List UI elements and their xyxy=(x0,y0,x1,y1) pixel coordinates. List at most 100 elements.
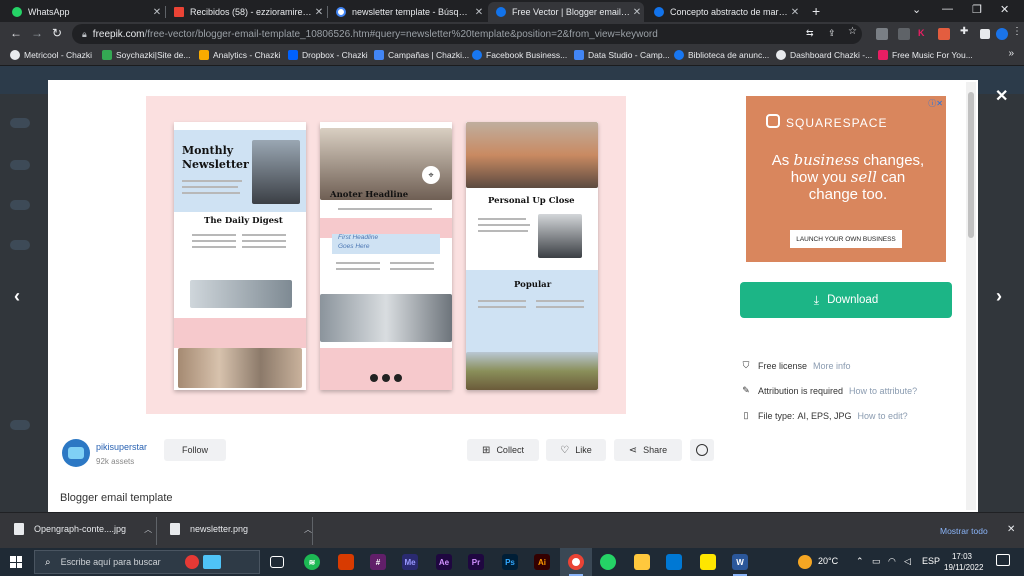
close-window-button[interactable]: ✕ xyxy=(1000,3,1009,16)
bookmark-facebook-business[interactable]: Facebook Business... xyxy=(472,50,567,60)
ad-text: how you xyxy=(790,169,851,186)
bookmark-star-icon[interactable]: ☆ xyxy=(848,26,860,38)
show-all-downloads-link[interactable]: Mostrar todo xyxy=(940,526,988,536)
sidepanel-icon[interactable] xyxy=(980,29,990,39)
close-downloads-icon[interactable]: ✕ xyxy=(1007,524,1015,535)
ad-info-icon[interactable]: ⓘ✕ xyxy=(928,98,943,109)
tab-whatsapp[interactable]: WhatsApp ✕ xyxy=(4,2,164,22)
reload-icon[interactable]: ↻ xyxy=(52,26,62,40)
bookmarks-overflow-icon[interactable]: » xyxy=(1008,48,1014,59)
task-view-icon[interactable] xyxy=(270,556,284,568)
after-effects-icon[interactable]: Ae xyxy=(436,554,452,570)
text-line xyxy=(478,230,528,232)
close-icon[interactable]: ✕ xyxy=(472,7,486,18)
how-to-attribute-link[interactable]: How to attribute? xyxy=(849,386,917,396)
modal-scrollbar-thumb[interactable] xyxy=(968,92,974,238)
bookmark-dropbox[interactable]: Dropbox - Chazki xyxy=(288,50,368,60)
share-icon[interactable]: ⇪ xyxy=(828,28,840,40)
premiere-icon[interactable]: Pr xyxy=(468,554,484,570)
extension-icon[interactable] xyxy=(876,28,888,40)
download-item[interactable]: newsletter.png ︿ xyxy=(170,523,312,535)
tab-gmail[interactable]: Recibidos (58) - ezzioramireza@g ✕ xyxy=(166,2,326,22)
store-icon[interactable] xyxy=(666,554,682,570)
ad-cta-button[interactable]: LAUNCH YOUR OWN BUSINESS xyxy=(790,230,902,248)
author-avatar[interactable] xyxy=(62,439,90,467)
back-arrow-icon[interactable]: ← xyxy=(10,26,22,40)
next-arrow-icon[interactable]: › xyxy=(996,286,1002,307)
bookmark-analytics[interactable]: Analytics - Chazki xyxy=(199,50,281,60)
notification-icon[interactable] xyxy=(996,554,1010,566)
bookmark-dashboard[interactable]: Dashboard Chazki -... xyxy=(776,50,872,60)
office-icon[interactable] xyxy=(338,554,354,570)
tab-search-icon[interactable]: ⌄ xyxy=(912,3,921,16)
bookmark-label: Free Music For You... xyxy=(892,50,973,60)
new-tab-button[interactable]: + xyxy=(812,3,820,19)
illustrator-icon[interactable]: Ai xyxy=(534,554,550,570)
author-name[interactable]: pikisuperstar xyxy=(96,442,147,452)
squarespace-ad[interactable]: ⓘ✕ SQUARESPACE As business changes, how … xyxy=(746,96,946,262)
taskbar-search[interactable]: ⌕ Escribe aquí para buscar xyxy=(34,550,260,574)
windows-start-icon[interactable] xyxy=(10,556,22,568)
slack-icon[interactable]: # xyxy=(370,554,386,570)
photoshop-icon[interactable]: Ps xyxy=(502,554,518,570)
language-indicator[interactable]: ESP xyxy=(922,556,940,566)
extension-icon[interactable] xyxy=(898,28,910,40)
bookmark-metricool[interactable]: Metricool - Chazki xyxy=(10,50,92,60)
tab-freepik-concepto[interactable]: Concepto abstracto de marketing ✕ xyxy=(646,2,802,22)
tab-google-search[interactable]: newsletter template - Búsqueda ✕ xyxy=(328,2,486,22)
bookmark-soychazki[interactable]: Soychazki|Site de... xyxy=(102,50,191,60)
volume-icon[interactable]: ◁ xyxy=(904,556,911,567)
whatsapp-icon[interactable] xyxy=(600,554,616,570)
sticky-notes-icon[interactable] xyxy=(700,554,716,570)
menu-dots-icon[interactable]: ⋮ xyxy=(1012,26,1024,38)
download-icon: ⤓ xyxy=(813,292,820,307)
template-preview-image[interactable]: Monthly Newsletter The Daily Digest ⌖ An… xyxy=(146,96,626,414)
bookmark-campanas[interactable]: Campañas | Chazki... xyxy=(374,50,469,60)
bookmark-biblioteca[interactable]: Biblioteca de anunc... xyxy=(674,50,769,60)
how-to-edit-link[interactable]: How to edit? xyxy=(858,411,908,421)
chevron-up-icon[interactable]: ︿ xyxy=(304,524,312,535)
filetype-label: File type: xyxy=(758,410,795,421)
follow-button[interactable]: Follow xyxy=(164,439,226,461)
battery-icon[interactable]: ▭ xyxy=(872,556,881,567)
clock[interactable]: 17:03 19/11/2022 xyxy=(944,551,983,573)
collect-button[interactable]: ⊞ Collect xyxy=(467,439,539,461)
address-bar[interactable]: 🔒︎ freepik.com /free-vector/blogger-emai… xyxy=(72,24,862,44)
close-icon[interactable]: ✕ xyxy=(630,7,644,18)
minimize-button[interactable]: — xyxy=(942,3,953,15)
puzzle-icon[interactable]: ✚ xyxy=(960,26,972,38)
chevron-up-icon[interactable]: ︿ xyxy=(144,524,152,535)
bookmark-free-music[interactable]: Free Music For You... xyxy=(878,50,973,60)
extension-icon[interactable] xyxy=(938,28,950,40)
spotify-icon[interactable]: ≋ xyxy=(304,554,320,570)
forward-arrow-icon[interactable]: → xyxy=(31,26,43,40)
chrome-icon[interactable] xyxy=(568,554,584,570)
more-info-link[interactable]: More info xyxy=(813,361,851,371)
tab-freepik-active[interactable]: Free Vector | Blogger email temp ✕ xyxy=(488,2,644,22)
file-explorer-icon[interactable] xyxy=(634,554,650,570)
gmail-icon xyxy=(174,7,184,17)
profile-avatar[interactable] xyxy=(996,28,1008,40)
download-button[interactable]: ⤓ Download xyxy=(740,282,952,318)
weather-temperature[interactable]: 20°C xyxy=(818,556,838,566)
bookmark-data-studio[interactable]: Data Studio - Camp... xyxy=(574,50,670,60)
close-icon[interactable]: ✕ xyxy=(788,7,802,18)
pinterest-button[interactable] xyxy=(690,439,714,461)
close-icon[interactable]: ✕ xyxy=(312,7,326,18)
download-separator xyxy=(156,517,157,545)
word-icon[interactable]: W xyxy=(732,554,748,570)
avatar-face xyxy=(68,447,84,459)
download-item[interactable]: Opengraph-conte....jpg ︿ xyxy=(14,523,152,535)
close-modal-icon[interactable]: ✕ xyxy=(995,86,1008,106)
previous-arrow-icon[interactable]: ‹ xyxy=(14,286,20,307)
restore-button[interactable]: ❐ xyxy=(972,3,982,16)
translate-icon[interactable]: ⇆ xyxy=(806,28,818,40)
network-icon[interactable]: ◠ xyxy=(888,556,896,567)
extension-k-icon[interactable]: K xyxy=(918,28,930,40)
share-button[interactable]: ⋖ Share xyxy=(614,439,682,461)
like-button[interactable]: ♡ Like xyxy=(546,439,606,461)
close-icon[interactable]: ✕ xyxy=(150,7,164,18)
system-tray-chevron-icon[interactable]: ⌃ xyxy=(856,556,864,567)
weather-icon[interactable] xyxy=(798,555,812,569)
media-encoder-icon[interactable]: Me xyxy=(402,554,418,570)
